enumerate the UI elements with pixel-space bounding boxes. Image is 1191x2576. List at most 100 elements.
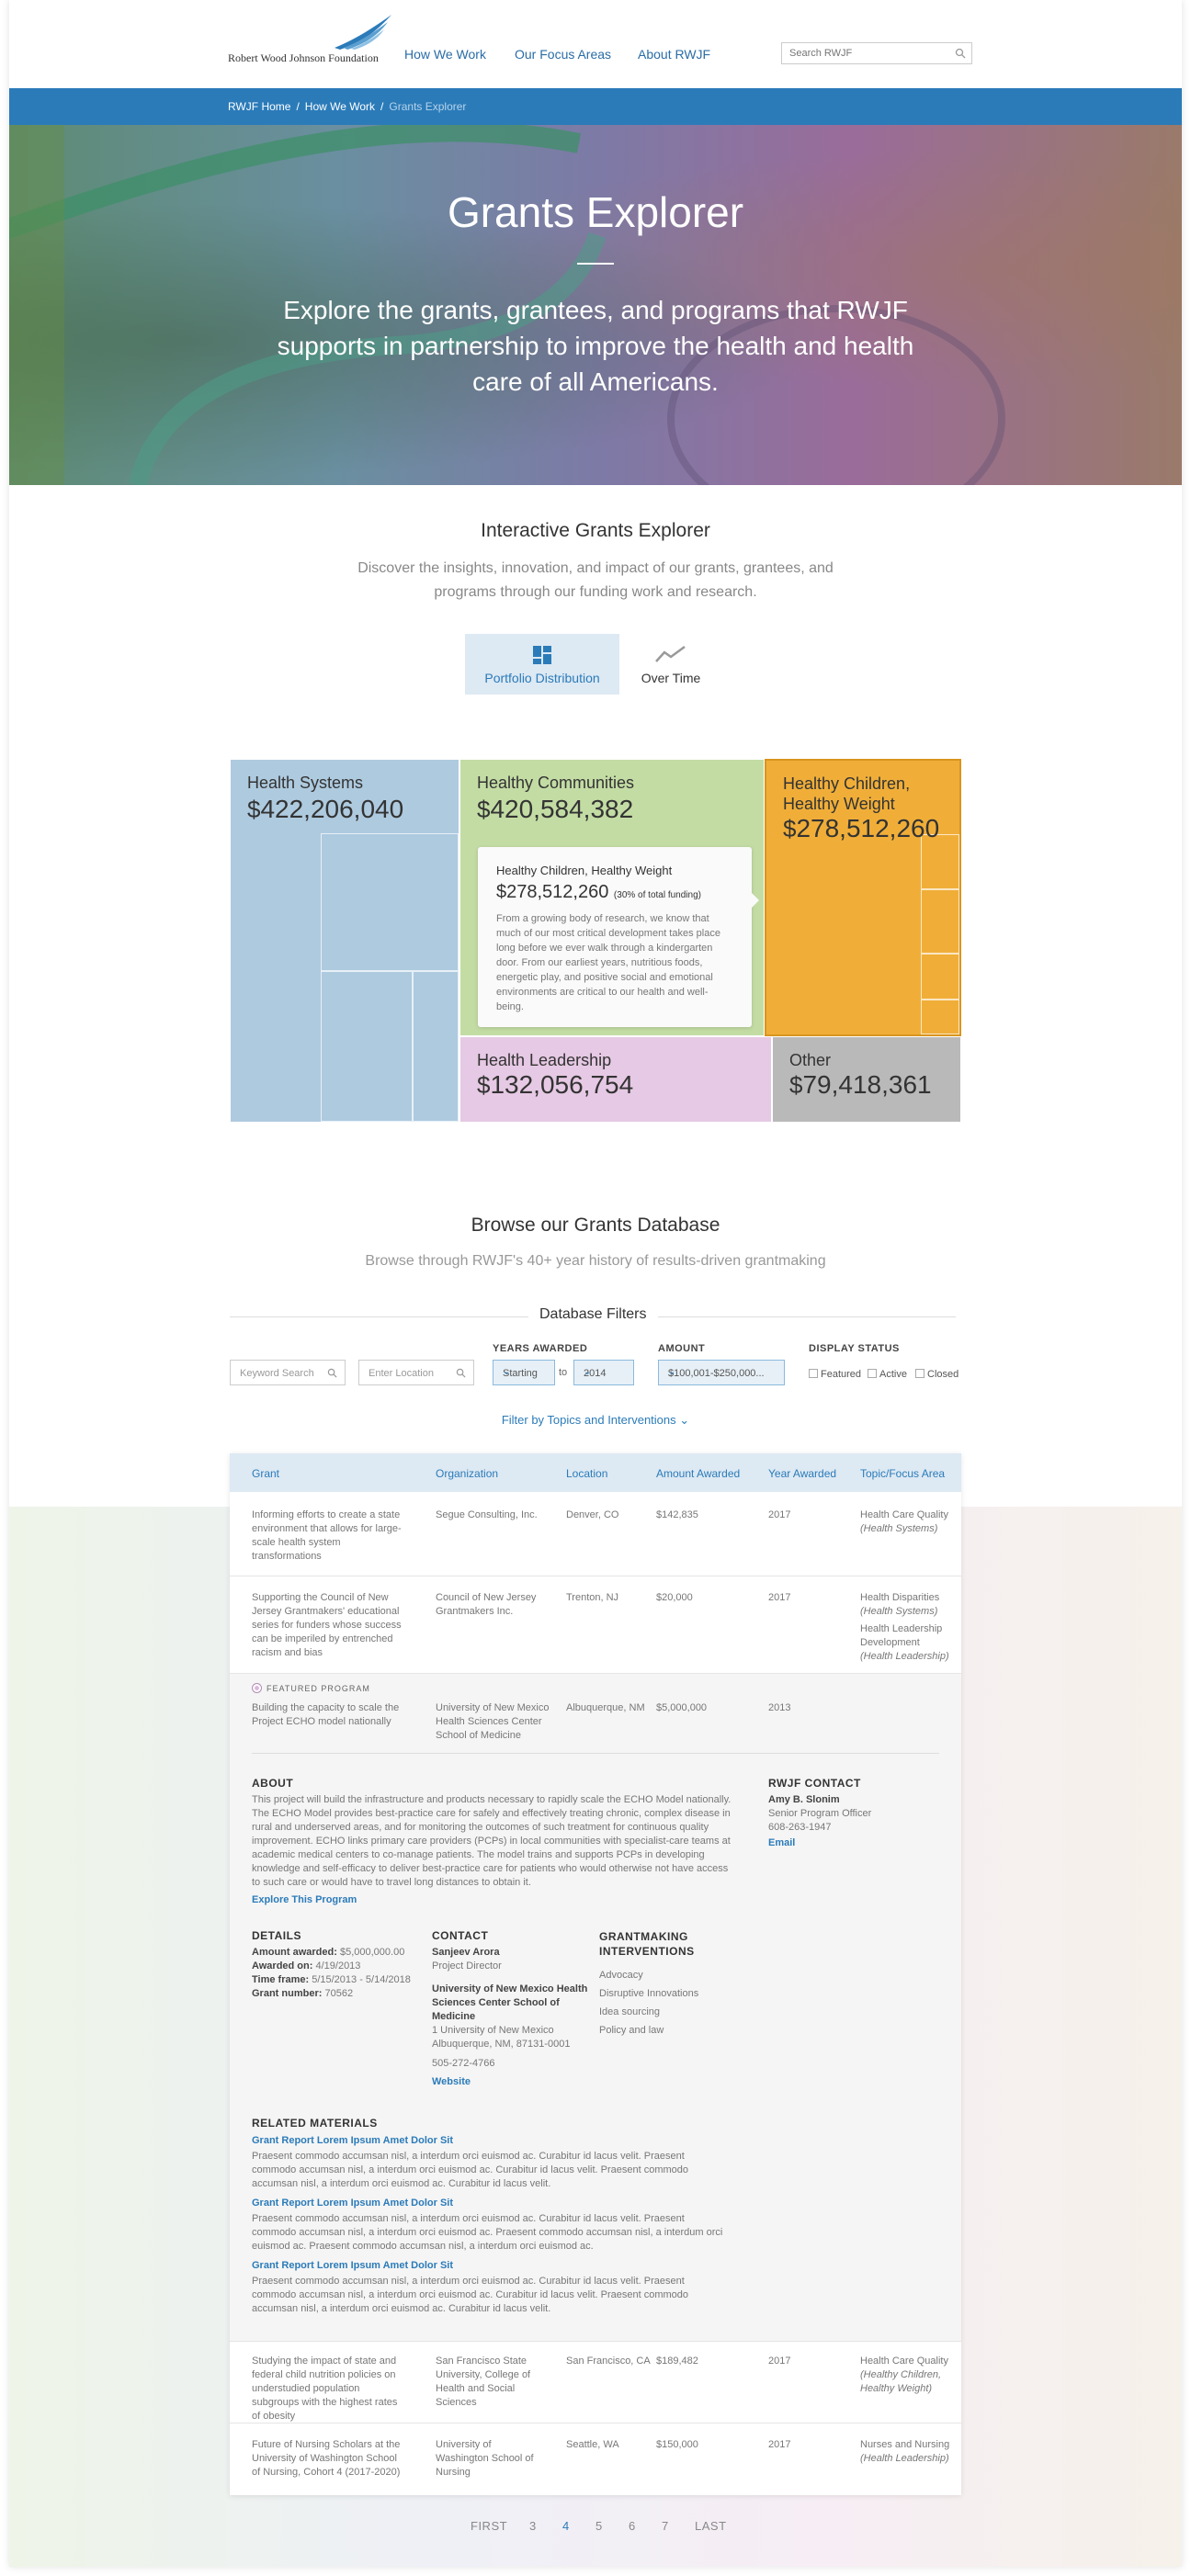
chevron-down-icon: ⌄ <box>584 1367 592 1377</box>
tile-health-systems[interactable]: Health Systems $422,206,040 <box>230 759 459 1123</box>
tile-name: Health Leadership <box>477 1051 612 1069</box>
tile-healthy-children-healthy-weight[interactable]: Healthy Children, Healthy Weight $278,51… <box>765 759 961 1036</box>
treemap-icon <box>533 646 551 664</box>
pagination-last[interactable]: LAST <box>695 2519 727 2533</box>
column-location[interactable]: Location <box>566 1467 607 1480</box>
explore-program-link[interactable]: Explore This Program <box>252 1894 357 1905</box>
status-closed-checkbox[interactable]: Closed <box>915 1369 958 1380</box>
rwjf-contact: Amy B. Slonim Senior Program Officer 608-2… <box>768 1794 872 1833</box>
rwjf-contact-email-link[interactable]: Email <box>768 1837 795 1848</box>
tab-portfolio-distribution[interactable]: Portfolio Distribution <box>465 634 619 695</box>
related-material-link[interactable]: Grant Report Lorem Ipsum Amet Dolor Sit <box>252 2260 453 2271</box>
cell-grant: Future of Nursing Scholars at the Univer… <box>252 2439 401 2478</box>
tile-health-leadership[interactable]: Health Leadership $132,056,754 <box>459 1036 772 1123</box>
tile-amount: $79,418,361 <box>789 1070 932 1099</box>
breadcrumb-how-we-work[interactable]: How We Work <box>305 100 375 113</box>
cell-organization: University of New Mexico Health Sciences… <box>436 1702 550 1741</box>
year-end-select[interactable]: 2014 ⌄ <box>573 1360 634 1385</box>
tooltip-amount: $278,512,260 (30% of total funding) <box>496 882 701 902</box>
cell-topic: Health Disparities (Health Systems) Health… <box>860 1592 949 1662</box>
related-material-summary: Praesent commodo accumsan nisl, a interd… <box>252 2213 723 2252</box>
amount-select[interactable]: $100,001-$250,000... ⌄ <box>658 1360 785 1385</box>
chevron-down-icon: ⌄ <box>668 1367 676 1377</box>
breadcrumb: RWJF Home / How We Work / Grants Explorer <box>9 88 1182 125</box>
tooltip-description: From a growing body of research, we know… <box>496 913 720 1012</box>
interventions-heading: GRANTMAKING INTERVENTIONS <box>599 1930 695 1958</box>
contact-website-link[interactable]: Website <box>432 2076 471 2087</box>
pagination-page[interactable]: 5 <box>596 2519 603 2533</box>
search-icon[interactable] <box>955 48 966 59</box>
tile-amount: $132,056,754 <box>477 1070 634 1099</box>
cell-location: Trenton, NJ <box>566 1592 619 1603</box>
cell-topic: Health Care Quality (Healthy Children, He… <box>860 2356 948 2394</box>
keyword-search-input[interactable]: Keyword Search <box>230 1360 346 1385</box>
tooltip-title: Healthy Children, Healthy Weight <box>496 864 673 877</box>
about-text: This project will build the infrastructu… <box>252 1794 732 1888</box>
tile-name: Other <box>789 1051 832 1069</box>
table-row[interactable]: Studying the impact of state and federal… <box>230 2341 961 2423</box>
tile-segment[interactable] <box>321 971 413 1122</box>
line-chart-icon <box>655 645 686 662</box>
tile-name: Healthy Communities <box>477 774 635 792</box>
tile-amount: $278,512,260 <box>783 814 940 842</box>
table-row[interactable]: Future of Nursing Scholars at the Univer… <box>230 2423 961 2495</box>
hero-subtitle: Explore the grants, grantees, and progra… <box>277 296 914 396</box>
pagination-page[interactable]: 6 <box>629 2519 636 2533</box>
column-grant[interactable]: Grant <box>252 1467 279 1480</box>
column-amount-awarded[interactable]: Amount Awarded <box>656 1467 740 1480</box>
cell-location: Albuquerque, NM <box>566 1702 645 1713</box>
portfolio-treemap: Health Systems $422,206,040 Healthy Comm… <box>230 759 961 1123</box>
cell-organization: San Francisco State University, College … <box>436 2356 531 2408</box>
tile-other[interactable]: Other $79,418,361 <box>772 1036 961 1123</box>
cell-location: Denver, CO <box>566 1509 619 1520</box>
related-material-summary: Praesent commodo accumsan nisl, a interd… <box>252 2276 689 2314</box>
featured-grant-detail: FEATURED PROGRAM Building the capacity t… <box>230 1674 961 2341</box>
tile-name: Health Systems <box>247 774 364 792</box>
topic-filter-toggle[interactable]: Filter by Topics and Interventions ⌄ <box>9 1413 1182 1428</box>
cell-grant[interactable]: Building the capacity to scale the Proje… <box>252 1701 408 1729</box>
cell-topic: Health Care Quality (Health Systems) <box>860 1509 948 1534</box>
location-input[interactable]: Enter Location <box>358 1360 474 1385</box>
pagination-page[interactable]: 7 <box>662 2519 669 2533</box>
site-search-input[interactable] <box>782 43 947 63</box>
pagination-page-current[interactable]: 4 <box>562 2519 570 2533</box>
pagination-page[interactable]: 3 <box>529 2519 537 2533</box>
tile-segment[interactable] <box>921 1000 959 1034</box>
about-heading: ABOUT <box>252 1777 294 1790</box>
related-material-link[interactable]: Grant Report Lorem Ipsum Amet Dolor Sit <box>252 2135 453 2146</box>
column-organization[interactable]: Organization <box>436 1467 498 1480</box>
cell-organization: Segue Consulting, Inc. <box>436 1509 538 1520</box>
featured-icon <box>252 1683 262 1693</box>
tooltip-share: (30% of total funding) <box>613 890 701 900</box>
table-row[interactable]: Informing efforts to create a state envi… <box>230 1492 961 1576</box>
bird-logo-icon <box>335 15 391 50</box>
cell-organization: Council of New Jersey Grantmakers Inc. <box>436 1592 537 1617</box>
status-featured-checkbox[interactable]: Featured <box>809 1369 861 1380</box>
pagination-first[interactable]: FIRST <box>471 2519 507 2533</box>
column-year-awarded[interactable]: Year Awarded <box>768 1467 836 1480</box>
tile-segment[interactable] <box>413 971 459 1122</box>
nav-our-focus-areas[interactable]: Our Focus Areas <box>515 47 611 62</box>
cell-amount: $20,000 <box>656 1592 693 1603</box>
interventions-list: Advocacy Disruptive Innovations Idea sou… <box>599 1970 699 2036</box>
column-topic-focus-area[interactable]: Topic/Focus Area <box>860 1467 945 1480</box>
breadcrumb-home[interactable]: RWJF Home <box>228 100 290 113</box>
tile-segment[interactable] <box>921 889 959 954</box>
tile-amount: $420,584,382 <box>477 795 634 823</box>
breadcrumb-current: Grants Explorer <box>389 100 467 113</box>
status-active-checkbox[interactable]: Active <box>868 1369 907 1380</box>
table-row[interactable]: Supporting the Council of New Jersey Gra… <box>230 1576 961 1674</box>
rwjf-logo[interactable]: Robert Wood Johnson Foundation <box>228 13 393 68</box>
tile-segment[interactable] <box>921 954 959 1000</box>
chevron-down-icon: ⌄ <box>679 1413 690 1427</box>
tab-label: Over Time <box>641 671 701 685</box>
contact-block: Sanjeev Arora Project Director University… <box>432 1947 588 2069</box>
nav-about-rwjf[interactable]: About RWJF <box>638 47 710 62</box>
year-range-to: to <box>559 1367 568 1378</box>
nav-how-we-work[interactable]: How We Work <box>404 47 486 62</box>
tab-over-time[interactable]: Over Time <box>625 634 717 695</box>
browse-subtitle: Browse through RWJF's 40+ year history o… <box>365 1253 826 1269</box>
year-start-select[interactable]: Starting ⌄ <box>493 1360 555 1385</box>
tile-segment[interactable] <box>321 833 459 971</box>
related-material-link[interactable]: Grant Report Lorem Ipsum Amet Dolor Sit <box>252 2198 453 2209</box>
